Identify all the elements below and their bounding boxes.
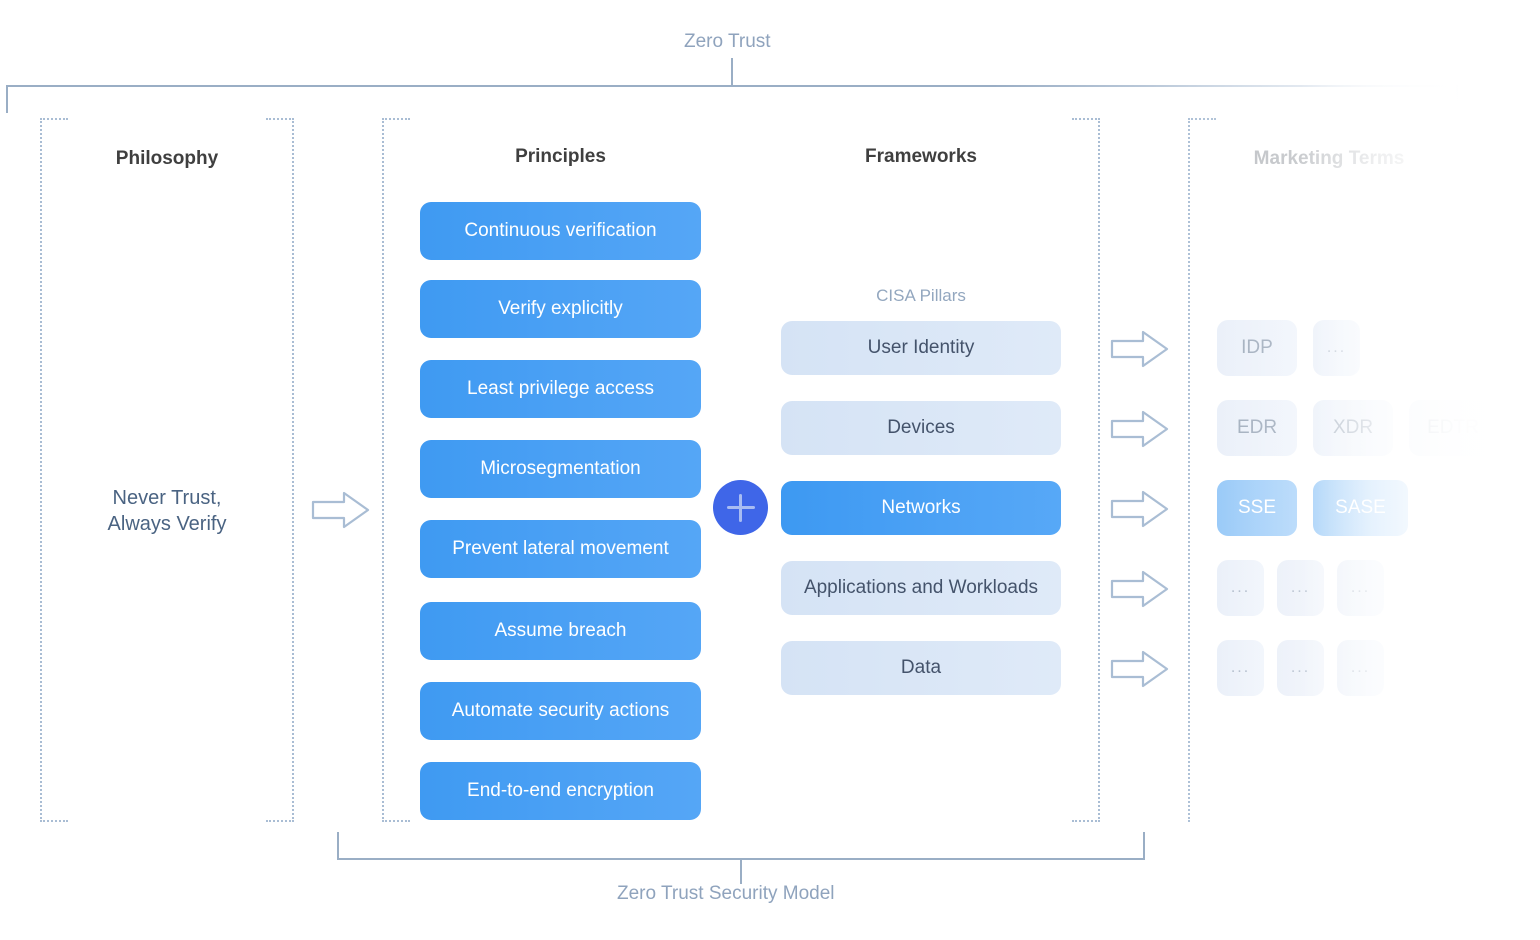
bottom-bracket-tick-right (1143, 832, 1145, 860)
bottom-bracket-tick-left (337, 832, 339, 860)
bottom-bracket-stem (740, 858, 742, 884)
marketing-chip[interactable]: SSE (1217, 480, 1297, 536)
cisa-pillar-card[interactable]: Devices (781, 401, 1061, 455)
philosophy-frame-right (292, 118, 294, 822)
principle-pill[interactable]: Continuous verification (420, 202, 701, 260)
cisa-pillar-card[interactable]: Data (781, 641, 1061, 695)
flow-arrow-row-4 (1110, 569, 1170, 614)
marketing-chip[interactable]: XDR (1313, 400, 1393, 456)
principle-pill[interactable]: Automate security actions (420, 682, 701, 740)
right-edge-fade (1300, 0, 1540, 940)
principles-frame-cap-tl (382, 118, 410, 120)
marketing-chip[interactable]: ... (1313, 320, 1360, 376)
cisa-pillar-card[interactable]: Applications and Workloads (781, 561, 1061, 615)
flow-arrow-row-5 (1110, 649, 1170, 694)
principle-pill[interactable]: Prevent lateral movement (420, 520, 701, 578)
marketing-chip[interactable]: ... (1337, 560, 1384, 616)
flow-arrow-philosophy-to-principles (311, 490, 371, 535)
marketing-chip[interactable]: ... (1277, 640, 1324, 696)
philosophy-frame-cap-br (266, 820, 294, 822)
marketing-frame-left (1188, 118, 1190, 822)
top-bracket-stem (731, 58, 733, 87)
philosophy-statement: Never Trust, Always Verify (40, 485, 294, 537)
cisa-pillars-label: CISA Pillars (876, 286, 966, 305)
top-bracket-tick-right (1456, 85, 1458, 113)
column-title-principles: Principles (515, 146, 606, 167)
philosophy-frame-cap-tl (40, 118, 68, 120)
philosophy-frame-cap-bl (40, 820, 68, 822)
flow-arrow-row-2 (1110, 409, 1170, 454)
marketing-chip[interactable]: ... (1217, 640, 1264, 696)
frameworks-frame-cap-br (1072, 820, 1100, 822)
marketing-chip[interactable]: IDP (1217, 320, 1297, 376)
bottom-bracket-label: Zero Trust Security Model (617, 883, 835, 904)
principle-pill[interactable]: Microsegmentation (420, 440, 701, 498)
marketing-chip[interactable]: EDR (1217, 400, 1297, 456)
philosophy-frame-left (40, 118, 42, 822)
flow-arrow-row-3 (1110, 489, 1170, 534)
column-title-marketing: Marketing Terms (1253, 148, 1405, 169)
principles-frame-cap-bl (382, 820, 410, 822)
top-bracket-line (6, 85, 1458, 87)
marketing-chip[interactable]: ... (1337, 640, 1384, 696)
marketing-frame-cap-tl (1188, 118, 1216, 120)
column-title-philosophy: Philosophy (115, 148, 219, 169)
principle-pill[interactable]: End-to-end encryption (420, 762, 701, 820)
principle-pill[interactable]: Least privilege access (420, 360, 701, 418)
right-edge-soft-fade (1150, 0, 1540, 940)
philosophy-statement-line2: Always Verify (107, 513, 227, 535)
cisa-pillar-card[interactable]: User Identity (781, 321, 1061, 375)
plus-bar-vertical (739, 493, 742, 522)
plus-circle-icon (713, 480, 768, 535)
flow-arrow-row-1 (1110, 329, 1170, 374)
top-bracket-label: Zero Trust (684, 31, 771, 52)
principles-frame-left (382, 118, 384, 822)
frameworks-frame-right (1098, 118, 1100, 822)
zero-trust-diagram: Zero Trust Philosophy Principles Framewo… (0, 0, 1540, 940)
marketing-chip[interactable]: ... (1277, 560, 1324, 616)
top-bracket-tick-left (6, 85, 8, 113)
principle-pill[interactable]: Assume breach (420, 602, 701, 660)
principle-pill[interactable]: Verify explicitly (420, 280, 701, 338)
marketing-chip[interactable]: SASE (1313, 480, 1408, 536)
philosophy-statement-line1: Never Trust, (112, 487, 222, 509)
column-title-frameworks: Frameworks (865, 146, 977, 167)
frameworks-frame-cap-tr (1072, 118, 1100, 120)
philosophy-frame-cap-tr (266, 118, 294, 120)
cisa-pillar-card-active[interactable]: Networks (781, 481, 1061, 535)
marketing-chip[interactable]: EDTR (1409, 400, 1497, 456)
marketing-chip[interactable]: ... (1217, 560, 1264, 616)
